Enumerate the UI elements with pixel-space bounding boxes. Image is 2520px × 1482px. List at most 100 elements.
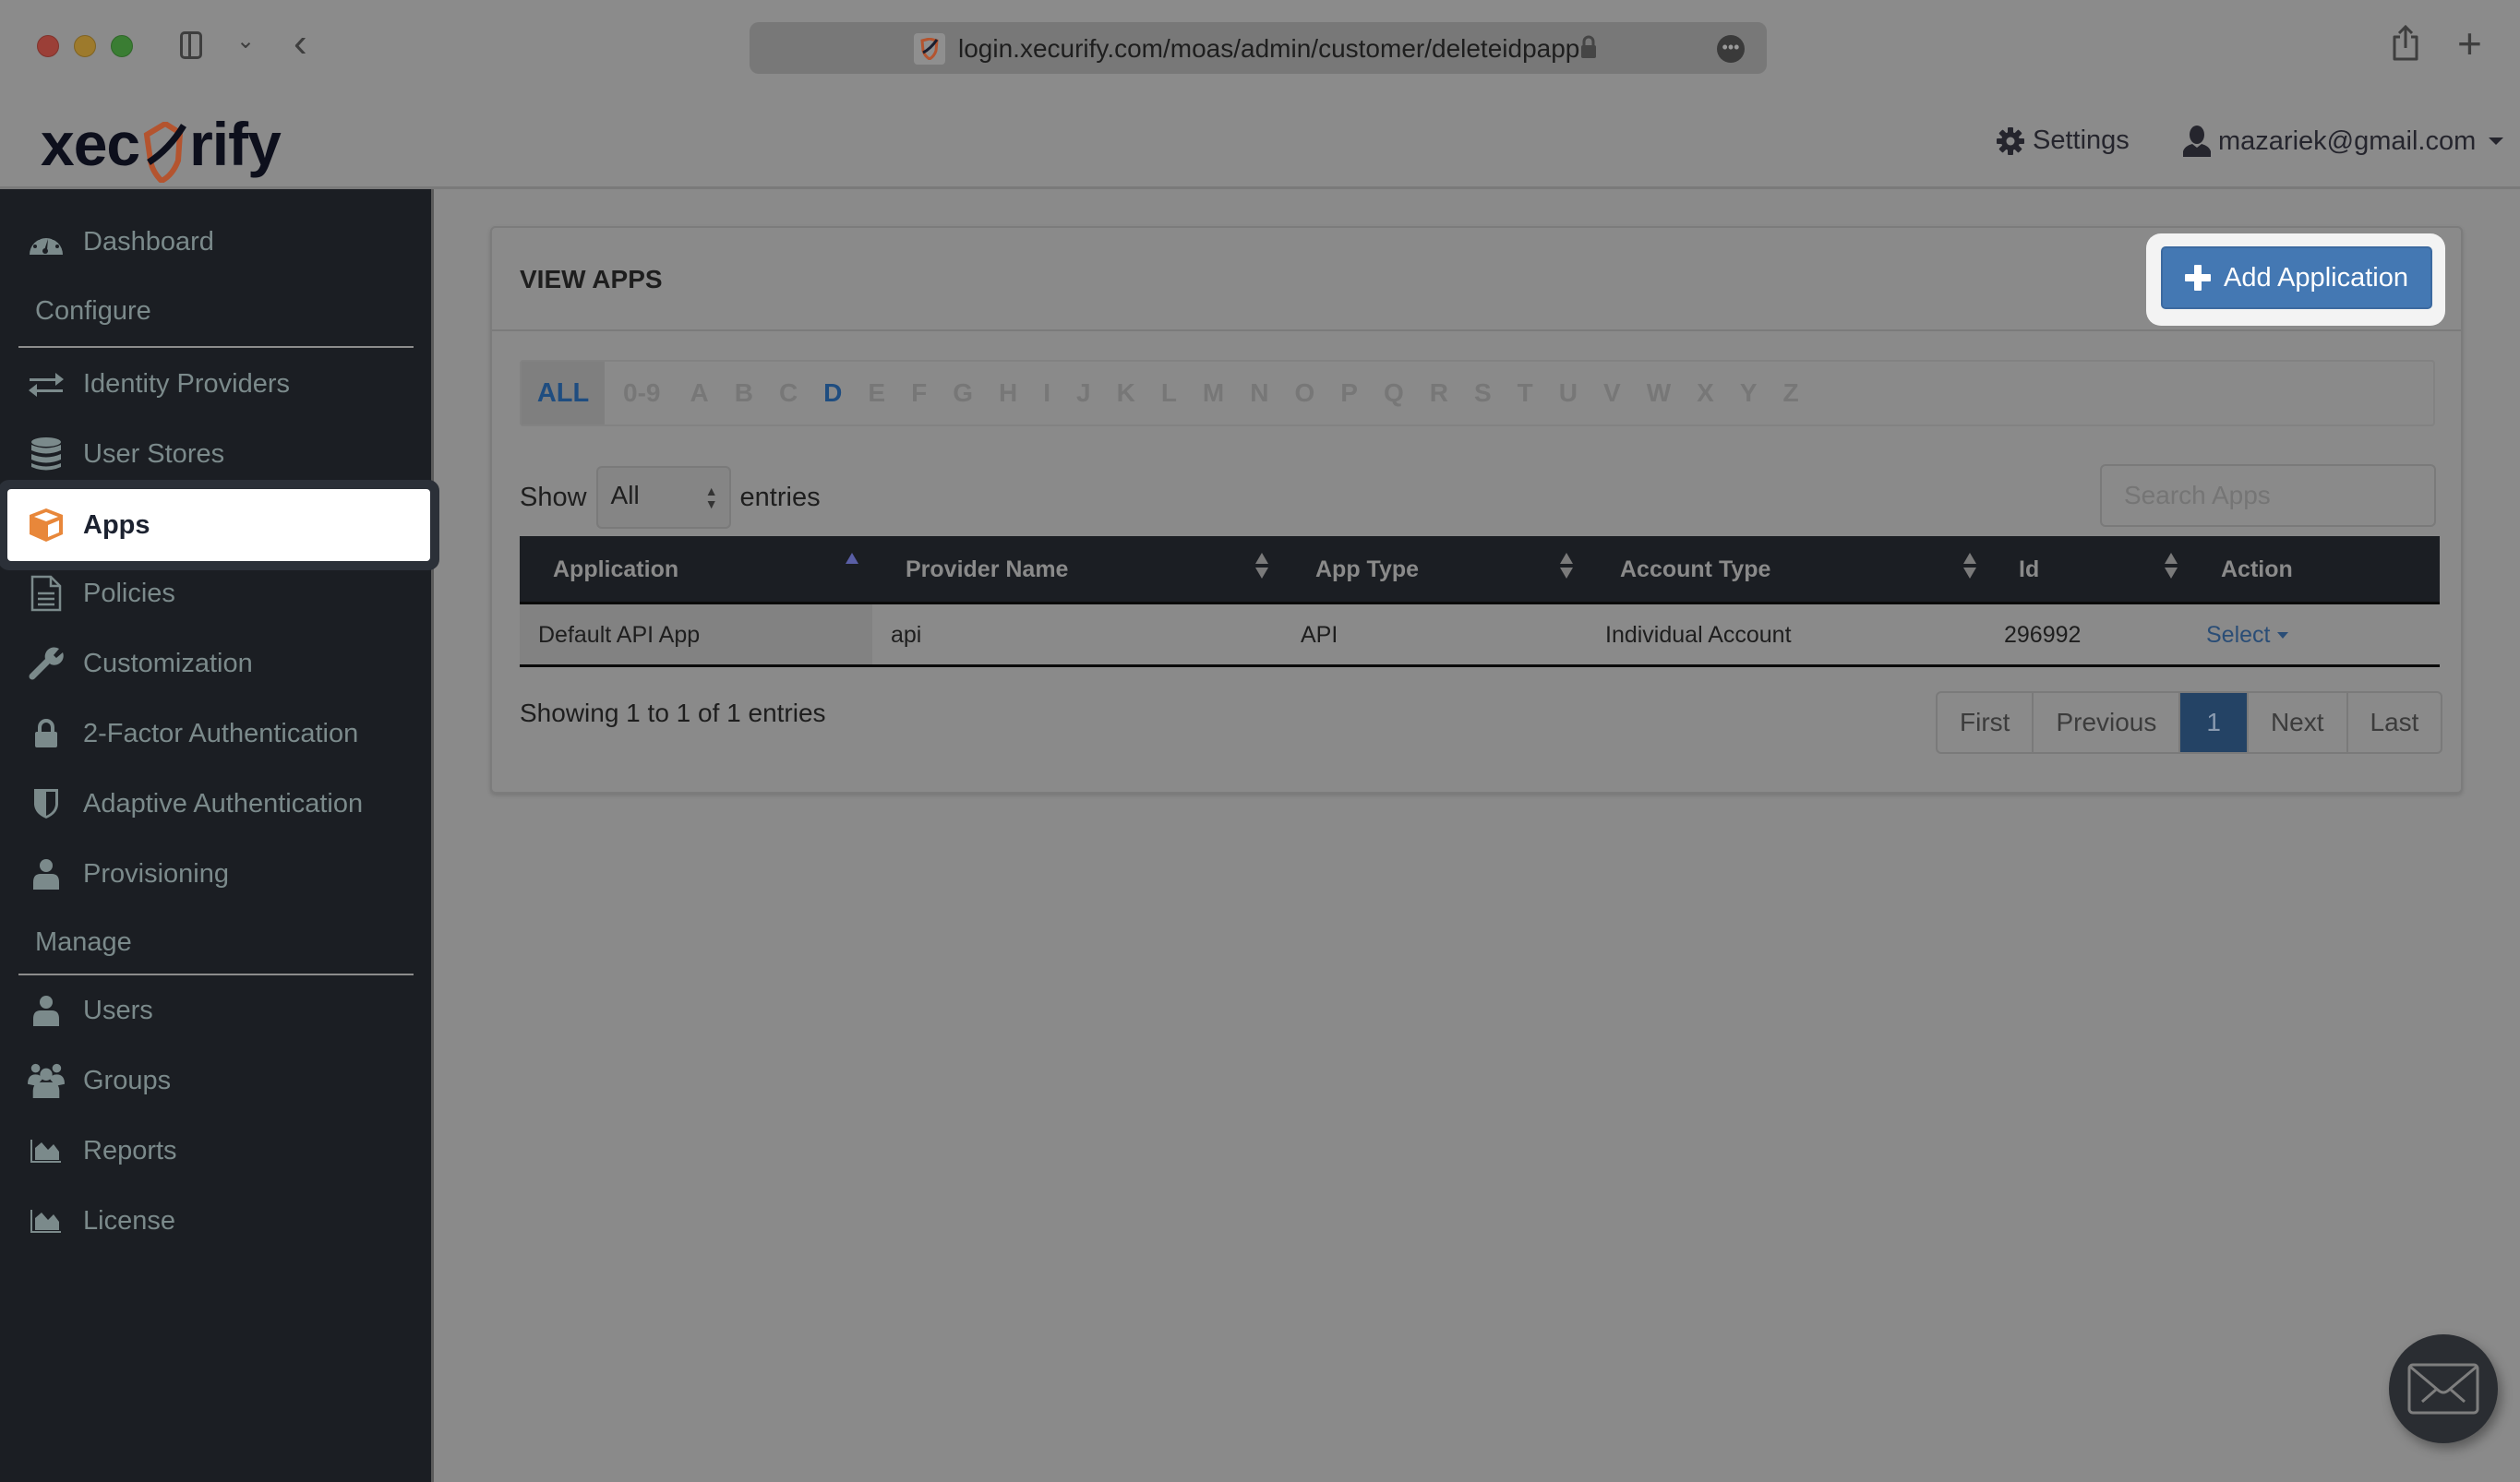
sidebar-item-identity-providers[interactable]: Identity Providers [0, 349, 430, 419]
alpha-filter-p[interactable]: P [1340, 378, 1358, 408]
column-header-app-type[interactable]: App Type [1315, 556, 1419, 583]
favicon-icon [914, 33, 945, 65]
sort-icon[interactable] [1255, 553, 1268, 584]
close-window-button[interactable] [37, 35, 59, 57]
alpha-filter-n[interactable]: N [1250, 378, 1268, 408]
address-bar[interactable]: login.xecurify.com/moas/admin/customer/d… [750, 22, 1767, 74]
sidebar-item-customization[interactable]: Customization [0, 628, 430, 699]
column-header-account-type[interactable]: Account Type [1620, 556, 1770, 583]
browser-toolbar: ⌄ ‹ login.xecurify.com/moas/admin/custom… [0, 0, 2520, 92]
envelope-icon [2407, 1363, 2479, 1415]
alpha-filter-s[interactable]: S [1474, 378, 1492, 408]
alpha-filter-o[interactable]: O [1294, 378, 1314, 408]
exchange-icon [28, 365, 65, 402]
maximize-window-button[interactable] [111, 35, 133, 57]
sidebar-item-provisioning[interactable]: Provisioning [0, 839, 430, 909]
sidebar-item-label: Policies [83, 578, 175, 608]
sidebar-item-label: Reports [83, 1135, 177, 1165]
user-menu[interactable]: mazariek@gmail.com [2183, 125, 2504, 157]
column-header-id[interactable]: Id [2019, 556, 2039, 583]
alpha-filter-y[interactable]: Y [1740, 378, 1758, 408]
sidebar-item-label: Users [83, 995, 153, 1025]
database-icon [28, 436, 65, 472]
search-apps-input[interactable] [2100, 464, 2436, 527]
entries-select[interactable]: All ▲ ▼ [595, 466, 731, 529]
sort-icon[interactable] [1963, 553, 1976, 584]
alpha-filter-z[interactable]: Z [1783, 378, 1799, 408]
alpha-filter-j[interactable]: J [1076, 378, 1091, 408]
logo-text-left: xec [41, 110, 140, 178]
show-label: Show [520, 482, 587, 512]
column-header-provider-name[interactable]: Provider Name [906, 556, 1068, 583]
alpha-filter-f[interactable]: F [911, 378, 927, 408]
sidebar-item-policies[interactable]: Policies [0, 558, 430, 628]
action-select-dropdown[interactable]: Select [2206, 622, 2289, 649]
alpha-filter-h[interactable]: H [999, 378, 1017, 408]
sidebar-item-users[interactable]: Users [0, 975, 430, 1046]
alpha-filter-b[interactable]: B [735, 378, 753, 408]
sort-icon[interactable] [1560, 553, 1573, 584]
alpha-filter-m[interactable]: M [1203, 378, 1224, 408]
alpha-filter-0-9[interactable]: 0-9 [623, 378, 660, 408]
cell-application: Default API App [538, 622, 701, 648]
alpha-filter-w[interactable]: W [1647, 378, 1671, 408]
alpha-filter-e[interactable]: E [868, 378, 885, 408]
cell-account-type: Individual Account [1605, 622, 1792, 648]
xecurify-logo[interactable]: xec rify [41, 109, 282, 183]
table-header: Application Provider Name App Type Accou… [520, 536, 2440, 604]
area-chart-icon [28, 1132, 65, 1169]
more-icon[interactable]: ••• [1717, 35, 1745, 63]
alpha-filter-all[interactable]: ALL [522, 362, 605, 424]
sort-asc-icon[interactable] [846, 553, 858, 584]
alpha-filter-l[interactable]: L [1161, 378, 1177, 408]
panel-header: VIEW APPS Add Application [492, 228, 2461, 331]
sidebar-item-groups[interactable]: Groups [0, 1046, 430, 1116]
minimize-window-button[interactable] [74, 35, 96, 57]
caret-down-icon [2489, 137, 2504, 145]
alpha-filter-r[interactable]: R [1430, 378, 1448, 408]
pagination-previous[interactable]: Previous [2034, 693, 2181, 752]
sort-icon[interactable] [2165, 553, 2178, 584]
pagination-first[interactable]: First [1938, 693, 2034, 752]
contact-support-button[interactable] [2389, 1334, 2498, 1443]
sidebar-item-dashboard[interactable]: Dashboard [0, 207, 430, 277]
settings-link[interactable]: Settings [1996, 125, 2130, 156]
caret-down-icon [2277, 632, 2289, 639]
add-application-highlight: Add Application [2146, 233, 2445, 326]
sidebar-item-label: Customization [83, 648, 253, 678]
add-application-label: Add Application [2224, 262, 2408, 293]
back-icon[interactable]: ‹ [294, 20, 307, 66]
sidebar-item-license[interactable]: License [0, 1186, 430, 1256]
new-tab-icon[interactable]: + [2457, 18, 2482, 68]
sidebar-item-apps[interactable]: Apps [7, 489, 430, 561]
alpha-filter-c[interactable]: C [779, 378, 798, 408]
share-icon[interactable] [2391, 24, 2420, 63]
sidebar-toggle-icon[interactable] [180, 31, 202, 59]
sidebar-item-adaptive-auth[interactable]: Adaptive Authentication [0, 769, 430, 839]
alpha-filter-x[interactable]: X [1697, 378, 1714, 408]
alpha-filter-a[interactable]: A [690, 378, 708, 408]
alpha-filter-q[interactable]: Q [1384, 378, 1404, 408]
alpha-filter-i[interactable]: I [1043, 378, 1050, 408]
add-application-button[interactable]: Add Application [2161, 246, 2432, 309]
sidebar-item-label: Dashboard [83, 226, 214, 257]
gear-icon [1997, 126, 2024, 155]
alpha-filter-k[interactable]: K [1117, 378, 1135, 408]
alpha-filter-v[interactable]: V [1603, 378, 1621, 408]
sidebar-item-2fa[interactable]: 2-Factor Authentication [0, 699, 430, 769]
sidebar-item-reports[interactable]: Reports [0, 1116, 430, 1186]
pagination-next[interactable]: Next [2249, 693, 2348, 752]
alpha-filter-t[interactable]: T [1518, 378, 1533, 408]
alpha-filter-u[interactable]: U [1559, 378, 1578, 408]
sidebar-item-label: 2-Factor Authentication [83, 718, 359, 748]
sidebar-item-user-stores[interactable]: User Stores [0, 419, 430, 489]
users-icon [28, 1062, 65, 1099]
column-header-application[interactable]: Application [553, 556, 678, 583]
chevron-down-icon[interactable]: ⌄ [236, 28, 255, 54]
select-arrows-icon: ▲ ▼ [704, 484, 718, 511]
apps-table: Application Provider Name App Type Accou… [520, 536, 2440, 667]
pagination-last[interactable]: Last [2348, 693, 2442, 752]
alpha-filter-g[interactable]: G [953, 378, 973, 408]
alpha-filter-d[interactable]: D [823, 378, 842, 408]
pagination-page-1[interactable]: 1 [2180, 693, 2249, 752]
